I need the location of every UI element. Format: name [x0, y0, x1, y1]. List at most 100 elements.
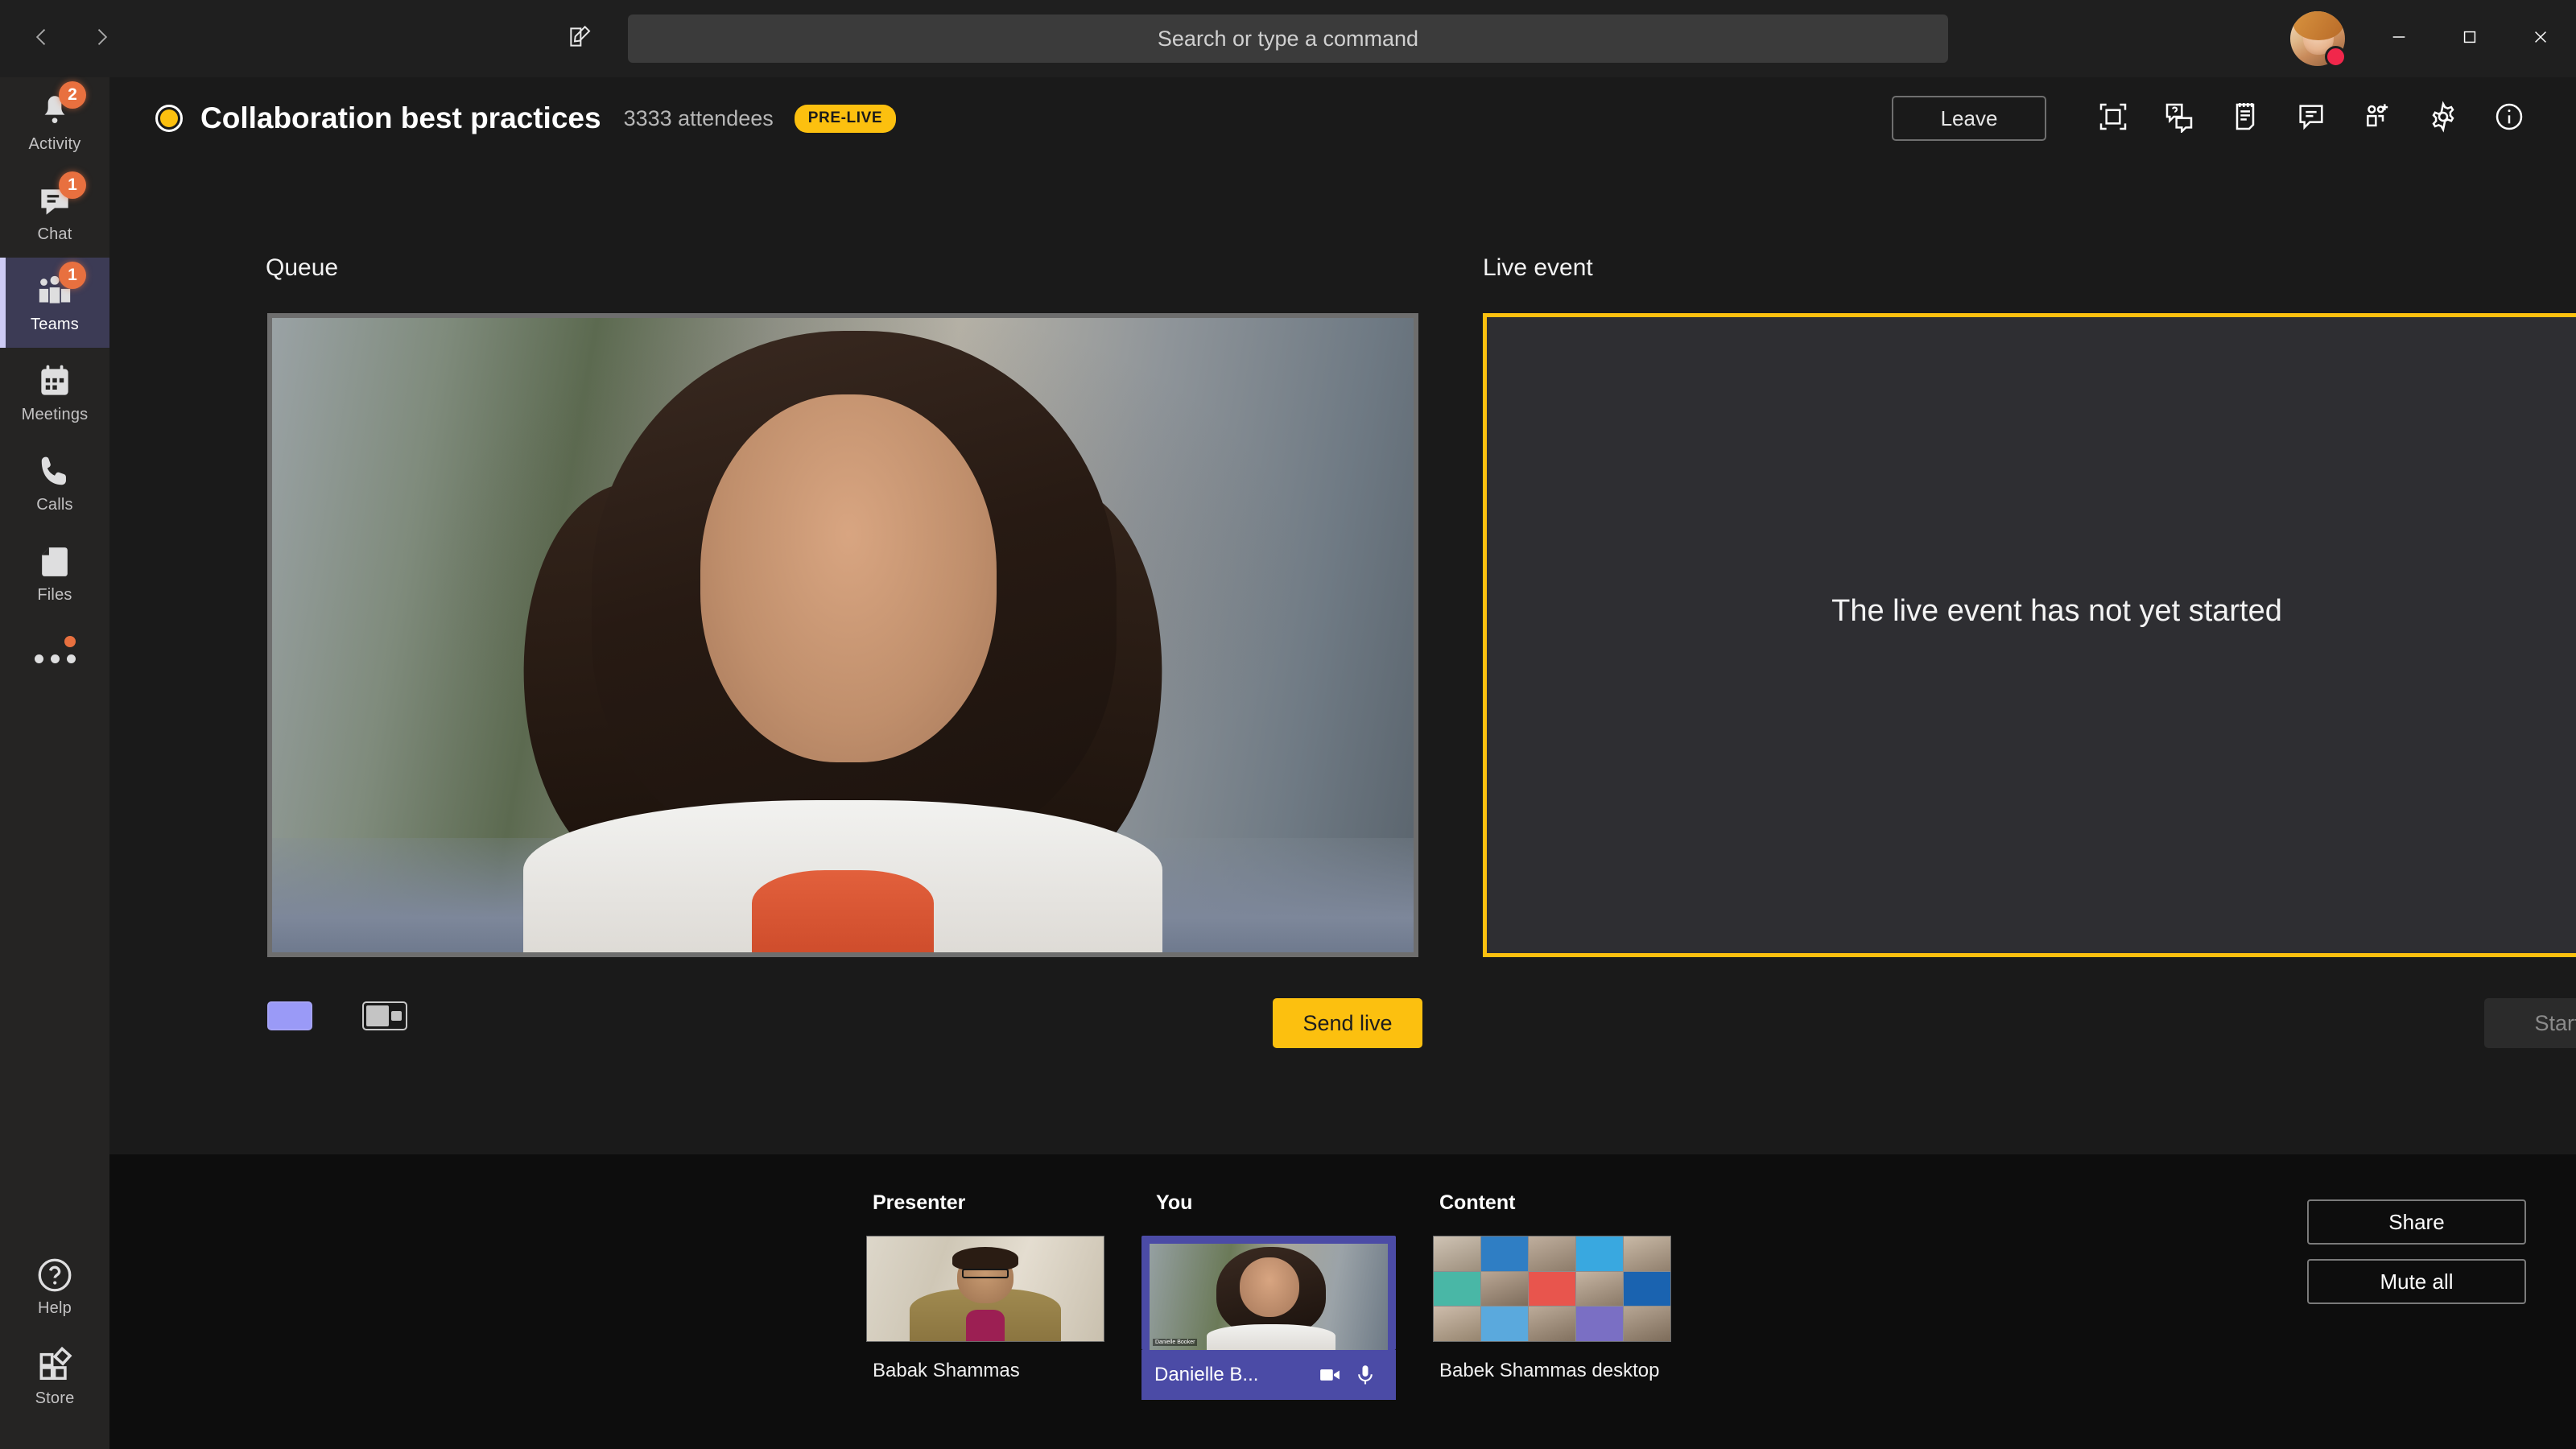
- page-title: Collaboration best practices: [200, 101, 601, 134]
- mute-all-button[interactable]: Mute all: [2307, 1259, 2526, 1304]
- back-button[interactable]: [19, 16, 64, 61]
- fit-to-screen-button[interactable]: [2080, 85, 2146, 151]
- presence-badge-busy: [2325, 46, 2347, 68]
- participant-tray: Presenter Babak Shammas You Danielle Boo…: [109, 1154, 2576, 1449]
- chevron-left-icon: [31, 26, 53, 52]
- compose-button[interactable]: [555, 14, 604, 63]
- single-layout-button[interactable]: [267, 1001, 312, 1030]
- bell-icon: 2: [35, 81, 86, 131]
- chat-badge: 1: [59, 171, 86, 199]
- tray-tile-you: You Danielle Booker Danielle B...: [1141, 1154, 1396, 1400]
- main-content: Collaboration best practices 3333 attend…: [109, 77, 2576, 1154]
- maximize-icon: [2461, 28, 2479, 50]
- sidebar-item-label: Meetings: [21, 406, 89, 423]
- tile-heading: You: [1156, 1191, 1193, 1214]
- minimize-button[interactable]: [2363, 0, 2434, 77]
- leave-button[interactable]: Leave: [1892, 96, 2046, 141]
- content-share-tile[interactable]: [1433, 1236, 1671, 1342]
- queue-video-image: [272, 318, 1414, 952]
- presenter-name: Babak Shammas: [873, 1360, 1020, 1381]
- more-notification-dot: [64, 636, 76, 647]
- you-video-tile[interactable]: Danielle Booker: [1141, 1236, 1396, 1350]
- teams-icon: 1: [35, 262, 86, 312]
- sidebar-item-meetings[interactable]: Meetings: [0, 348, 109, 438]
- rail-bottom-group: Help Store: [0, 1241, 109, 1422]
- meeting-chat-button[interactable]: [2278, 85, 2344, 151]
- ellipsis-icon: [34, 654, 76, 663]
- sidebar-item-activity[interactable]: 2 Activity: [0, 77, 109, 167]
- settings-button[interactable]: [2410, 85, 2476, 151]
- sidebar-item-label: Help: [38, 1299, 72, 1317]
- meeting-chat-icon: [2295, 101, 2327, 137]
- phone-icon: [35, 452, 75, 492]
- maximize-button[interactable]: [2434, 0, 2505, 77]
- search-placeholder: Search or type a command: [1157, 26, 1419, 51]
- store-icon: [35, 1345, 75, 1385]
- live-event-label: Live event: [1483, 254, 1593, 281]
- tile-heading: Content: [1439, 1191, 1516, 1214]
- presenter-video-tile[interactable]: [866, 1236, 1104, 1342]
- files-icon: [35, 542, 75, 582]
- app-rail: 2 Activity 1 Chat 1 Teams Meetings Calls: [0, 77, 109, 1449]
- chat-icon: 1: [35, 171, 86, 221]
- help-icon: [35, 1255, 75, 1295]
- queue-layout-toggle: [267, 1001, 407, 1030]
- send-live-button[interactable]: Send live: [1273, 998, 1422, 1048]
- close-icon: [2532, 28, 2549, 50]
- compose-icon: [567, 24, 592, 54]
- share-button[interactable]: Share: [2307, 1199, 2526, 1245]
- qna-button[interactable]: [2146, 85, 2212, 151]
- sidebar-item-files[interactable]: Files: [0, 528, 109, 618]
- event-header: Collaboration best practices 3333 attend…: [109, 77, 2576, 159]
- status-badge: PRE-LIVE: [794, 104, 897, 133]
- qna-icon: [2163, 101, 2195, 137]
- sidebar-item-teams[interactable]: 1 Teams: [0, 258, 109, 348]
- sidebar-item-help[interactable]: Help: [0, 1241, 109, 1331]
- fit-to-screen-icon: [2097, 101, 2129, 137]
- avatar[interactable]: [2290, 11, 2347, 68]
- queue-label: Queue: [266, 254, 339, 281]
- microphone-icon[interactable]: [1348, 1357, 1383, 1393]
- live-event-preview: The live event has not yet started: [1483, 313, 2576, 957]
- you-name: Danielle B...: [1154, 1364, 1259, 1385]
- camera-icon[interactable]: [1312, 1357, 1348, 1393]
- sidebar-item-more[interactable]: [0, 618, 109, 699]
- tray-tile-presenter: Presenter Babak Shammas: [866, 1154, 1104, 1400]
- info-icon: [2493, 101, 2525, 137]
- navigation-arrows: [19, 16, 124, 61]
- add-participant-button[interactable]: [2344, 85, 2410, 151]
- sidebar-item-label: Store: [35, 1389, 75, 1407]
- sidebar-item-label: Files: [37, 586, 72, 604]
- sidebar-item-store[interactable]: Store: [0, 1331, 109, 1422]
- notes-icon: [2229, 101, 2261, 137]
- content-thumbnail: [1433, 1236, 1671, 1342]
- activity-badge: 2: [59, 81, 86, 109]
- calendar-icon: [35, 361, 75, 402]
- window-controls: [2363, 0, 2576, 77]
- queue-video-preview[interactable]: [267, 313, 1418, 957]
- sidebar-item-chat[interactable]: 1 Chat: [0, 167, 109, 258]
- content-name: Babek Shammas desktop: [1439, 1360, 1660, 1381]
- tray-actions: Share Mute all: [2307, 1199, 2526, 1304]
- attendee-count: 3333 attendees: [623, 105, 774, 130]
- search-input[interactable]: Search or type a command: [628, 14, 1948, 63]
- you-thumbnail: Danielle Booker: [1150, 1244, 1388, 1350]
- presenter-thumbnail: [866, 1236, 1104, 1342]
- teams-badge: 1: [59, 262, 86, 289]
- you-tile-controls: Danielle B...: [1141, 1350, 1396, 1400]
- title-bar: Search or type a command: [0, 0, 2576, 77]
- sidebar-item-calls[interactable]: Calls: [0, 438, 109, 528]
- tray-tile-content: Content Babek Shammas desktop: [1433, 1154, 1671, 1400]
- sidebar-item-label: Calls: [36, 496, 73, 514]
- sidebar-item-label: Teams: [31, 316, 79, 333]
- start-button[interactable]: Start: [2484, 998, 2576, 1048]
- minimize-icon: [2390, 28, 2408, 50]
- live-event-message: The live event has not yet started: [1831, 593, 2282, 628]
- add-participant-icon: [2361, 101, 2393, 137]
- info-button[interactable]: [2476, 85, 2542, 151]
- pip-layout-button[interactable]: [362, 1001, 407, 1030]
- forward-button[interactable]: [79, 16, 124, 61]
- notes-button[interactable]: [2212, 85, 2278, 151]
- chevron-right-icon: [90, 26, 113, 52]
- close-button[interactable]: [2505, 0, 2576, 77]
